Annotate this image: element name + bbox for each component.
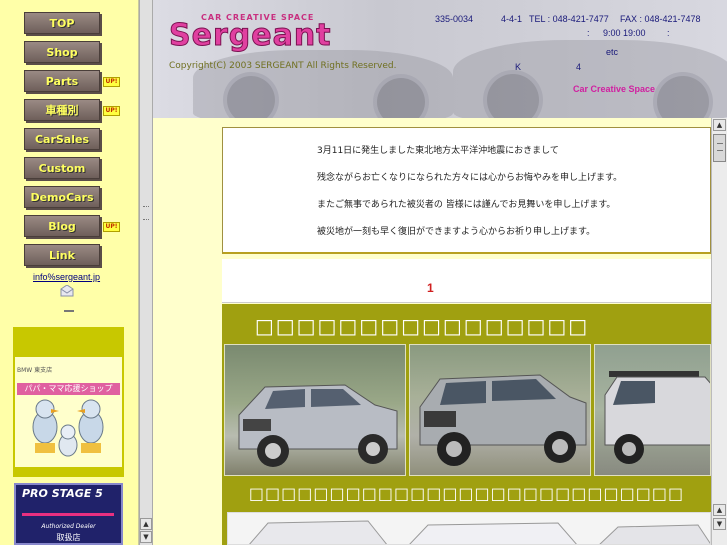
message-line: 残念ながらお亡くなりになられた方々には心からお悔やみを申し上げます。 [317,173,623,183]
banner-caption: BMW 東支店 [17,367,53,374]
fax-number: FAX : 048-421-7478 [620,14,701,24]
chevron-down-icon: ▼ [143,533,149,541]
nav-button-carsales[interactable]: CarSales [24,128,100,150]
scroll-up-button[interactable]: ▲ [140,518,152,530]
feature-section: □□□□□□□□□□□□□□□□ □□□□□□□□□□□□□□□□□□□□□□□… [222,304,711,545]
feature-title: □□□□□□□□□□□□□□□□ [254,314,590,338]
nav-button-custom[interactable]: Custom [24,157,100,179]
nav-label: CarSales [34,132,90,146]
car-photo-row[interactable] [227,512,711,545]
content-scrollbar[interactable]: ▲ ▲ ▼ [711,118,727,545]
chevron-down-icon: ▼ [716,520,723,528]
nav-label: Custom [38,161,86,175]
feature-caption: □□□□□□□□□□□□□□□□□□□□□□□□□□□ [248,484,685,503]
browser-viewport: TOP Shop Parts UP! 車種別 UP! CarSales Cust… [0,0,727,545]
up-badge: UP! [103,106,120,116]
business-hours: 9:00 19:00 [603,28,646,38]
nav-label: TOP [49,16,75,30]
nav-label: Blog [48,219,76,233]
banner-dealer-text: Authorized Dealer [41,523,96,530]
up-badge: UP! [103,77,120,87]
thumb-grip [717,143,723,151]
holiday-note: etc [606,47,619,57]
nav-button-link[interactable]: Link [24,244,100,266]
tel-number: TEL : 048-421-7477 [529,14,609,24]
splitter-grip[interactable] [143,206,149,220]
prostage-logo-text: PRO STAGE 5 [22,487,103,500]
access-text-k: K [515,62,522,72]
car-photo-grand-cherokee[interactable] [224,344,406,476]
main-content: 3月11日に発生しました東北地方太平洋沖地震におきまして 残念ながらお亡くなりに… [153,118,711,545]
scrollbar-thumb[interactable] [713,134,726,162]
nav-button-by-model[interactable]: 車種別 [24,99,100,121]
van-image [604,371,710,464]
banner-title: パパ・ママ応援ショップ [17,383,120,395]
scroll-up-button[interactable]: ▲ [713,504,726,516]
news-band [222,259,711,303]
car-photo-land-cruiser[interactable] [409,344,591,476]
chevron-up-icon: ▲ [716,506,723,514]
message-line: 3月11日に発生しました東北地方太平洋沖地震におきまして [317,146,559,156]
banner-stripe [22,513,114,516]
scroll-down-button[interactable]: ▼ [713,518,726,530]
postal-code: 335-0034 [435,14,474,24]
nav-button-blog[interactable]: Blog [24,215,100,237]
scroll-up-button[interactable]: ▲ [713,119,726,131]
header-tagline: Car Creative Space [573,84,656,94]
nav-label: Shop [46,45,78,59]
prostage-banner[interactable]: PRO STAGE 5 Authorized Dealer 取扱店 [14,483,123,545]
address-number: 4-4-1 [501,14,523,24]
section-number: 1 [427,281,434,295]
hours-separator: : [667,28,670,38]
frame-splitter[interactable]: ▲ ▼ [139,0,153,545]
nav-button-shop[interactable]: Shop [24,41,100,63]
email-link[interactable]: info%sergeant.jp [33,272,100,282]
site-logo[interactable]: Sergeant [169,18,332,54]
hours-separator: : [587,28,590,38]
condolence-message-box: 3月11日に発生しました東北地方太平洋沖地震におきまして 残念ながらお亡くなりに… [222,127,711,254]
site-header: CAR CREATIVE SPACE Sergeant Copyright(C)… [153,0,727,118]
nav-button-parts[interactable]: Parts [24,70,100,92]
nav-label: DemoCars [30,190,94,204]
up-badge: UP! [103,222,120,232]
message-line: 被災地が一刻も早く復旧ができますよう心からお祈り申し上げます。 [317,227,596,237]
family-illustration-icon [32,399,104,457]
limousine-image [249,520,710,544]
envelope-icon[interactable] [60,285,74,297]
copyright-text: Copyright(C) 2003 SERGEANT All Rights Re… [169,61,397,71]
left-nav-frame: TOP Shop Parts UP! 車種別 UP! CarSales Cust… [0,0,139,545]
banner-shop-text: 取扱店 [56,533,81,542]
chevron-up-icon: ▲ [143,520,149,528]
suv-image [419,374,587,466]
nav-button-democars[interactable]: DemoCars [24,186,100,208]
suv-image [238,384,398,467]
papa-mama-banner[interactable]: BMW 東支店 パパ・ママ応援ショップ [13,327,124,477]
nav-label: Link [49,248,75,262]
nav-label: 車種別 [45,104,79,117]
divider [64,310,74,312]
nav-button-top[interactable]: TOP [24,12,100,34]
nav-label: Parts [45,74,79,88]
access-text-4: 4 [576,62,582,72]
car-photo-delica[interactable] [594,344,711,476]
scroll-down-button[interactable]: ▼ [140,531,152,543]
message-line: またご無事であられた被災者の 皆様には謹んでお見舞いを申し上げます。 [317,200,616,210]
chevron-up-icon: ▲ [716,121,723,129]
